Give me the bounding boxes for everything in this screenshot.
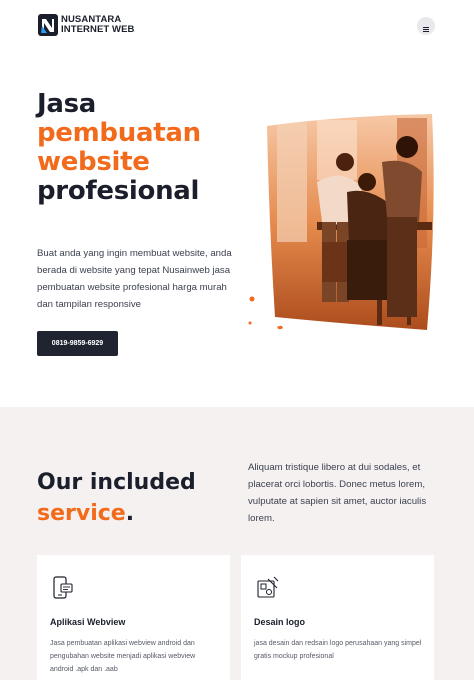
- site-header: NUSANTARA INTERNET WEB: [0, 0, 474, 52]
- service-card-logo-design[interactable]: Desain logo jasa desain dan redsain logo…: [241, 555, 434, 680]
- hero-title-line1: Jasa: [37, 89, 97, 119]
- service-card-description: jasa desain dan redsain logo perusahaan …: [254, 640, 422, 660]
- hero-title-line3: website: [37, 147, 150, 177]
- services-description: Aliquam tristique libero at dui sodales,…: [248, 462, 427, 524]
- brand-line2: INTERNET WEB: [61, 24, 135, 35]
- services-title-dot: .: [125, 501, 135, 526]
- mobile-app-icon: [50, 575, 76, 601]
- service-card-title: Aplikasi Webview: [50, 617, 126, 627]
- hero-image: [247, 112, 437, 337]
- hamburger-icon: [423, 17, 429, 36]
- hero-description: Buat anda yang ingin membuat website, an…: [37, 248, 232, 310]
- services-title: Our included service.: [37, 467, 196, 529]
- services-title-accent: service: [37, 501, 126, 526]
- service-card-webview[interactable]: Aplikasi Webview Jasa pembuatan aplikasi…: [37, 555, 230, 680]
- menu-button[interactable]: [417, 17, 435, 35]
- phone-button[interactable]: 0819-9859-6929: [37, 331, 118, 356]
- logo-design-icon: [254, 575, 280, 601]
- hero-title: Jasa pembuatan website profesional: [37, 90, 201, 206]
- service-card-title: Desain logo: [254, 617, 306, 627]
- services-title-line1: Our included: [37, 470, 196, 495]
- brand-logo[interactable]: NUSANTARA INTERNET WEB: [38, 14, 135, 36]
- brand-name: NUSANTARA INTERNET WEB: [61, 15, 135, 35]
- services-section: Our included service. Aliquam tristique …: [0, 407, 474, 680]
- hero-title-line2: pembuatan: [37, 118, 201, 148]
- service-card-description: Jasa pembuatan aplikasi webview android …: [50, 640, 196, 673]
- logo-icon: [38, 14, 58, 36]
- hero-title-line4: profesional: [37, 176, 200, 206]
